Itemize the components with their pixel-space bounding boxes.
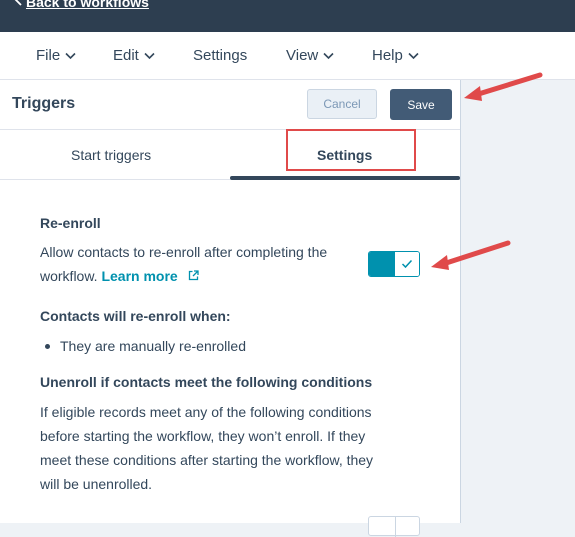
unenroll-description: If eligible records meet any of the foll… [40,400,420,496]
contacts-reenroll-when-heading: Contacts will re-enroll when: [40,308,231,324]
menu-file[interactable]: File [36,47,76,64]
chevron-down-icon [144,52,155,59]
menu-help-label: Help [372,47,403,64]
chevron-down-icon [323,52,334,59]
back-to-workflows-link[interactable]: Back to workflows [26,0,149,10]
menu-view-label: View [286,47,319,64]
learn-more-label: Learn more [101,268,178,284]
menu-view[interactable]: View [286,47,334,64]
unenroll-toggle[interactable] [368,516,420,537]
unenroll-line4: will be unenrolled. [40,476,153,492]
reenroll-desc-line1: Allow contacts to re-enroll after comple… [40,244,328,260]
panel-header: Triggers Cancel Save [0,80,460,130]
settings-content: Re-enroll Allow contacts to re-enroll af… [40,215,420,496]
toggle-on-fill [369,252,395,276]
reenroll-toggle[interactable] [368,251,420,277]
toggle-divider [395,517,396,537]
tab-start-triggers[interactable]: Start triggers [71,147,151,163]
reenroll-condition-item: They are manually re-enrolled [40,334,420,358]
external-link-icon [188,270,199,281]
menu-settings-label: Settings [193,47,248,64]
chevron-left-icon[interactable] [12,0,26,7]
unenroll-line3: meet these conditions after starting the… [40,452,374,468]
bullet-icon [45,344,50,349]
unenroll-heading: Unenroll if contacts meet the following … [40,374,373,390]
annotation-arrow-toggle [431,240,511,270]
menu-edit-label: Edit [113,47,139,64]
reenroll-condition-text: They are manually re-enrolled [60,338,246,354]
cancel-button[interactable]: Cancel [307,89,377,119]
menu-edit[interactable]: Edit [113,47,155,64]
reenroll-description: Allow contacts to re-enroll after comple… [40,240,420,288]
annotation-highlight-box [286,129,416,171]
chevron-down-icon [65,52,76,59]
chevron-down-icon [408,52,419,59]
menu-settings[interactable]: Settings [193,47,247,64]
unenroll-line2: before starting the workflow, they won’t… [40,428,366,444]
annotation-arrow-save [464,72,543,101]
checkmark-icon [401,259,413,269]
panel-title: Triggers [12,95,76,112]
save-button[interactable]: Save [390,89,452,120]
menu-file-label: File [36,47,61,64]
toggle-knob [395,252,419,276]
reenroll-desc-line2: workflow. [40,268,98,284]
active-tab-indicator [230,176,460,180]
unenroll-line1: If eligible records meet any of the foll… [40,404,372,420]
menu-help[interactable]: Help [372,47,419,64]
top-bar: Back to workflows [0,0,575,32]
learn-more-link[interactable]: Learn more [101,268,199,284]
reenroll-heading: Re-enroll [40,215,101,231]
